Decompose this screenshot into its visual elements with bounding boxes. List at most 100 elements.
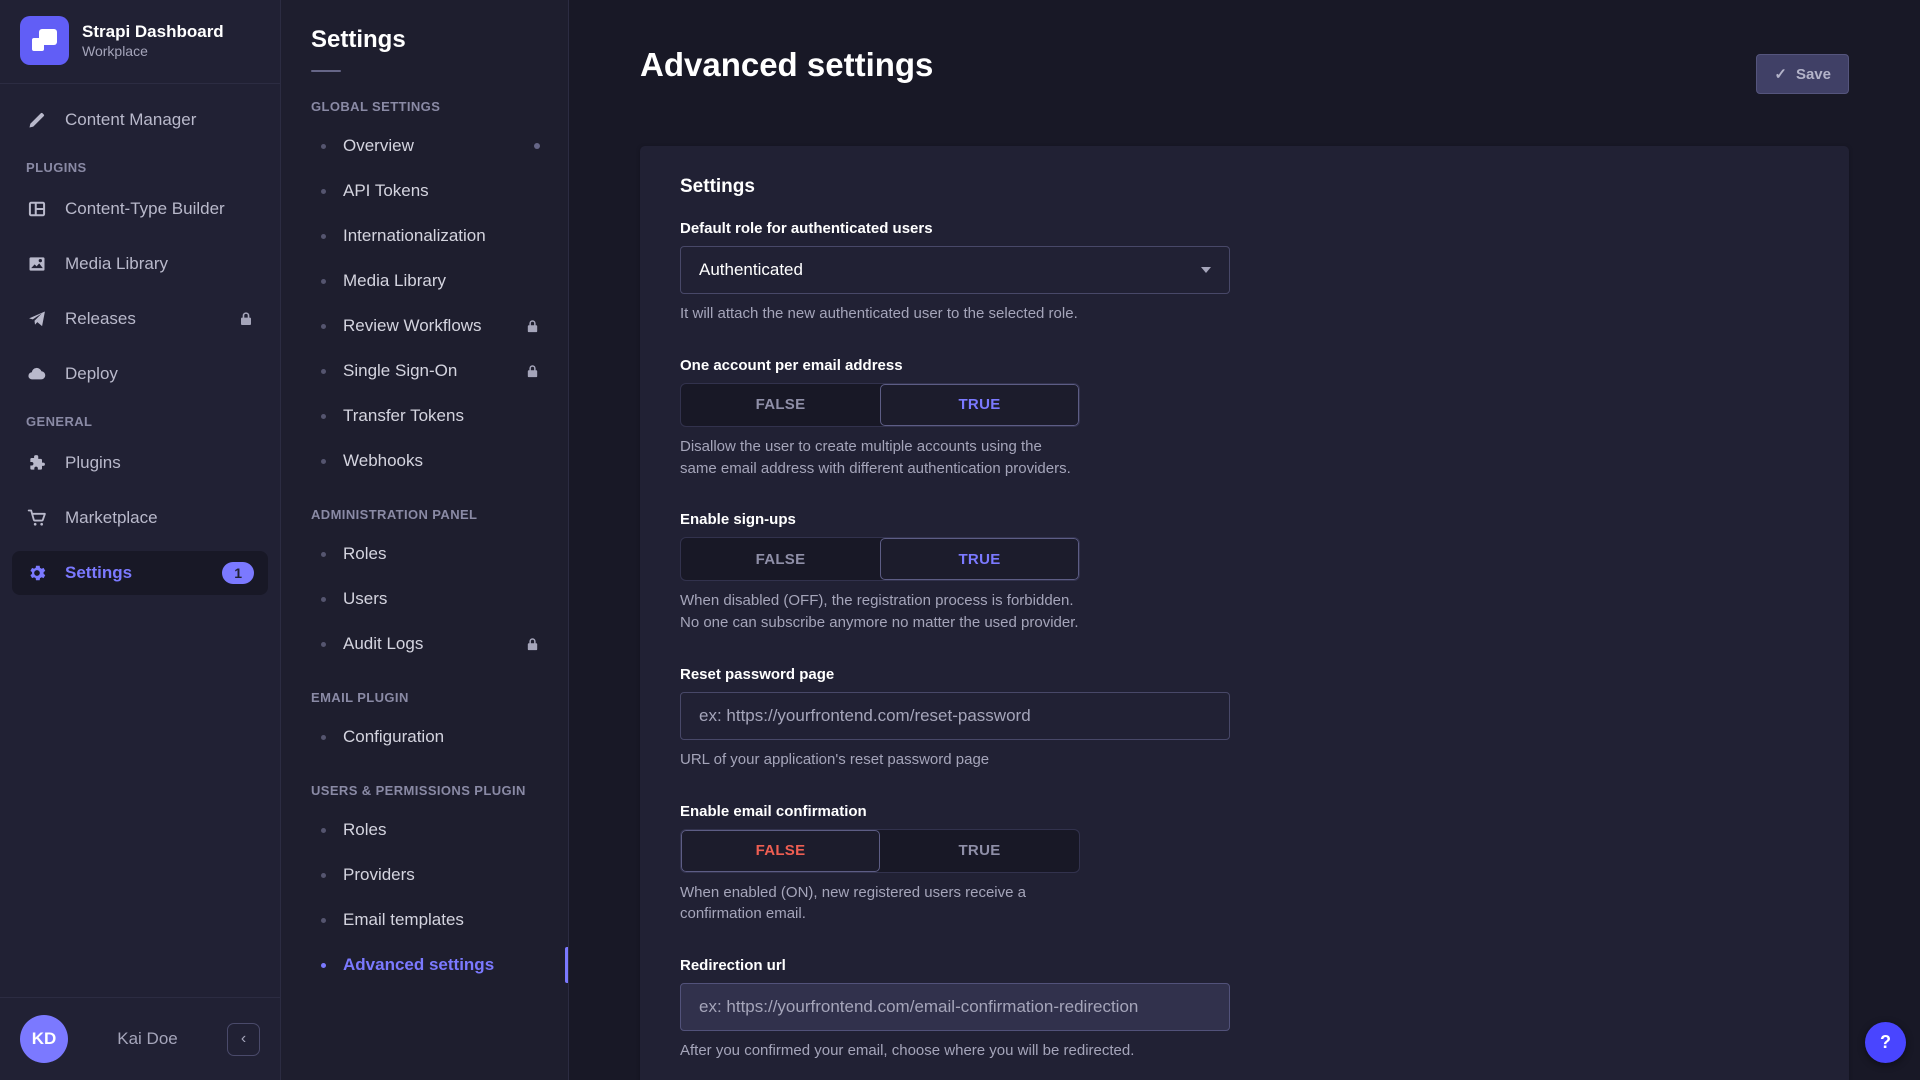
sidebar-item-label: Deploy xyxy=(65,364,118,384)
field-label: Redirection url xyxy=(680,957,1809,974)
subnav-item-transfer-tokens[interactable]: Transfer Tokens xyxy=(281,397,568,435)
bullet-icon xyxy=(321,144,326,149)
help-button[interactable]: ? xyxy=(1865,1022,1906,1063)
sidebar-item-marketplace[interactable]: Marketplace xyxy=(12,496,268,540)
subnav-item-configuration[interactable]: Configuration xyxy=(281,718,568,756)
chevron-left-icon: ‹ xyxy=(241,1030,246,1048)
sidebar-item-label: Releases xyxy=(65,309,136,329)
bullet-icon xyxy=(321,597,326,602)
check-icon: ✓ xyxy=(1774,65,1787,83)
subnav-item-label: Users xyxy=(343,589,387,609)
subnav-item-webhooks[interactable]: Webhooks xyxy=(281,442,568,480)
sidebar-item-plugins[interactable]: Plugins xyxy=(12,441,268,485)
settings-notification-badge: 1 xyxy=(222,562,254,584)
field-redirection-url: Redirection url After you confirmed your… xyxy=(680,957,1809,1062)
subnav-item-internationalization[interactable]: Internationalization xyxy=(281,217,568,255)
cart-icon xyxy=(26,508,48,528)
workspace-brand[interactable]: Strapi Dashboard Workplace xyxy=(0,0,280,84)
sidebar-item-releases[interactable]: Releases xyxy=(12,297,268,341)
bullet-icon xyxy=(321,414,326,419)
bullet-icon xyxy=(321,324,326,329)
bullet-icon xyxy=(321,918,326,923)
toggle-true-option[interactable]: TRUE xyxy=(880,830,1079,872)
redirection-url-input[interactable] xyxy=(680,983,1230,1031)
subnav-section-users-permissions-plugin: USERS & PERMISSIONS PLUGIN xyxy=(311,783,538,798)
subnav-section-global-settings: GLOBAL SETTINGS xyxy=(311,99,538,114)
sidebar-item-label: Plugins xyxy=(65,453,121,473)
toggle-false-option[interactable]: FALSE xyxy=(681,830,880,872)
email-confirmation-toggle: FALSE TRUE xyxy=(680,829,1080,873)
field-hint: URL of your application's reset password… xyxy=(680,749,1809,771)
field-enable-sign-ups: Enable sign-ups FALSE TRUE When disabled… xyxy=(680,511,1809,634)
toggle-true-option[interactable]: TRUE xyxy=(880,384,1079,426)
subnav-item-audit-logs[interactable]: Audit Logs xyxy=(281,625,568,663)
bullet-icon xyxy=(321,873,326,878)
subnav-item-email-templates[interactable]: Email templates xyxy=(281,901,568,939)
field-hint: When enabled (ON), new registered users … xyxy=(680,882,1809,926)
subnav-item-advanced-settings[interactable]: Advanced settings xyxy=(281,946,568,984)
subnav-item-api-tokens[interactable]: API Tokens xyxy=(281,172,568,210)
field-label: Enable sign-ups xyxy=(680,511,1809,528)
sidebar-item-label: Media Library xyxy=(65,254,168,274)
bullet-icon xyxy=(321,963,326,968)
subnav-title: Settings xyxy=(281,0,568,54)
field-one-account-per-email: One account per email address FALSE TRUE… xyxy=(680,357,1809,480)
strapi-logo-icon xyxy=(20,16,69,65)
subnav-item-label: Audit Logs xyxy=(343,634,423,654)
subnav-item-label: Internationalization xyxy=(343,226,486,246)
workspace-title: Strapi Dashboard xyxy=(82,21,224,42)
save-button[interactable]: ✓ Save xyxy=(1756,54,1849,94)
toggle-false-option[interactable]: FALSE xyxy=(681,538,880,580)
avatar[interactable]: KD xyxy=(20,1015,68,1063)
field-label: One account per email address xyxy=(680,357,1809,374)
workspace-subtitle: Workplace xyxy=(82,42,224,60)
user-name: Kai Doe xyxy=(68,1029,227,1049)
sidebar-item-settings[interactable]: Settings 1 xyxy=(12,551,268,595)
nav-section-general: GENERAL xyxy=(26,414,254,429)
field-hint: When disabled (OFF), the registration pr… xyxy=(680,590,1809,634)
subnav-item-review-workflows[interactable]: Review Workflows xyxy=(281,307,568,345)
toggle-true-option[interactable]: TRUE xyxy=(880,538,1079,580)
subnav-item-admin-roles[interactable]: Roles xyxy=(281,535,568,573)
default-role-select[interactable]: Authenticated xyxy=(680,246,1230,294)
subnav-section-email-plugin: EMAIL PLUGIN xyxy=(311,690,538,705)
sidebar-item-media-library[interactable]: Media Library xyxy=(12,242,268,286)
bullet-icon xyxy=(321,735,326,740)
collapse-sidebar-button[interactable]: ‹ xyxy=(227,1023,260,1056)
subnav-item-label: Configuration xyxy=(343,727,444,747)
subnav-item-label: Webhooks xyxy=(343,451,423,471)
sidebar-item-deploy[interactable]: Deploy xyxy=(12,352,268,396)
sidebar-item-content-type-builder[interactable]: Content-Type Builder xyxy=(12,187,268,231)
subnav-item-label: Roles xyxy=(343,544,386,564)
pen-icon xyxy=(26,110,48,130)
field-reset-password-page: Reset password page URL of your applicat… xyxy=(680,666,1809,771)
subnav-item-single-sign-on[interactable]: Single Sign-On xyxy=(281,352,568,390)
settings-subnav: Settings GLOBAL SETTINGS Overview API To… xyxy=(281,0,569,1080)
cloud-icon xyxy=(26,364,48,384)
field-hint: Disallow the user to create multiple acc… xyxy=(680,436,1809,480)
subnav-item-users[interactable]: Users xyxy=(281,580,568,618)
field-label: Enable email confirmation xyxy=(680,803,1809,820)
subnav-item-media-library[interactable]: Media Library xyxy=(281,262,568,300)
sidebar-item-label: Content Manager xyxy=(65,110,196,130)
subnav-item-providers[interactable]: Providers xyxy=(281,856,568,894)
sidebar-item-label: Content-Type Builder xyxy=(65,199,225,219)
subnav-divider xyxy=(311,70,341,72)
subnav-item-label: Providers xyxy=(343,865,415,885)
chevron-down-icon xyxy=(1201,267,1211,273)
sidebar-footer: KD Kai Doe ‹ xyxy=(0,997,280,1080)
bullet-icon xyxy=(321,279,326,284)
bullet-icon xyxy=(321,234,326,239)
field-enable-email-confirmation: Enable email confirmation FALSE TRUE Whe… xyxy=(680,803,1809,926)
bullet-icon xyxy=(321,459,326,464)
paper-plane-icon xyxy=(26,309,48,329)
subnav-item-up-roles[interactable]: Roles xyxy=(281,811,568,849)
toggle-false-option[interactable]: FALSE xyxy=(681,384,880,426)
subnav-item-label: Single Sign-On xyxy=(343,361,457,381)
subnav-item-label: Roles xyxy=(343,820,386,840)
reset-password-input[interactable] xyxy=(680,692,1230,740)
sidebar-item-content-manager[interactable]: Content Manager xyxy=(12,98,268,142)
bullet-icon xyxy=(321,642,326,647)
subnav-item-overview[interactable]: Overview xyxy=(281,127,568,165)
lock-icon xyxy=(525,319,540,334)
